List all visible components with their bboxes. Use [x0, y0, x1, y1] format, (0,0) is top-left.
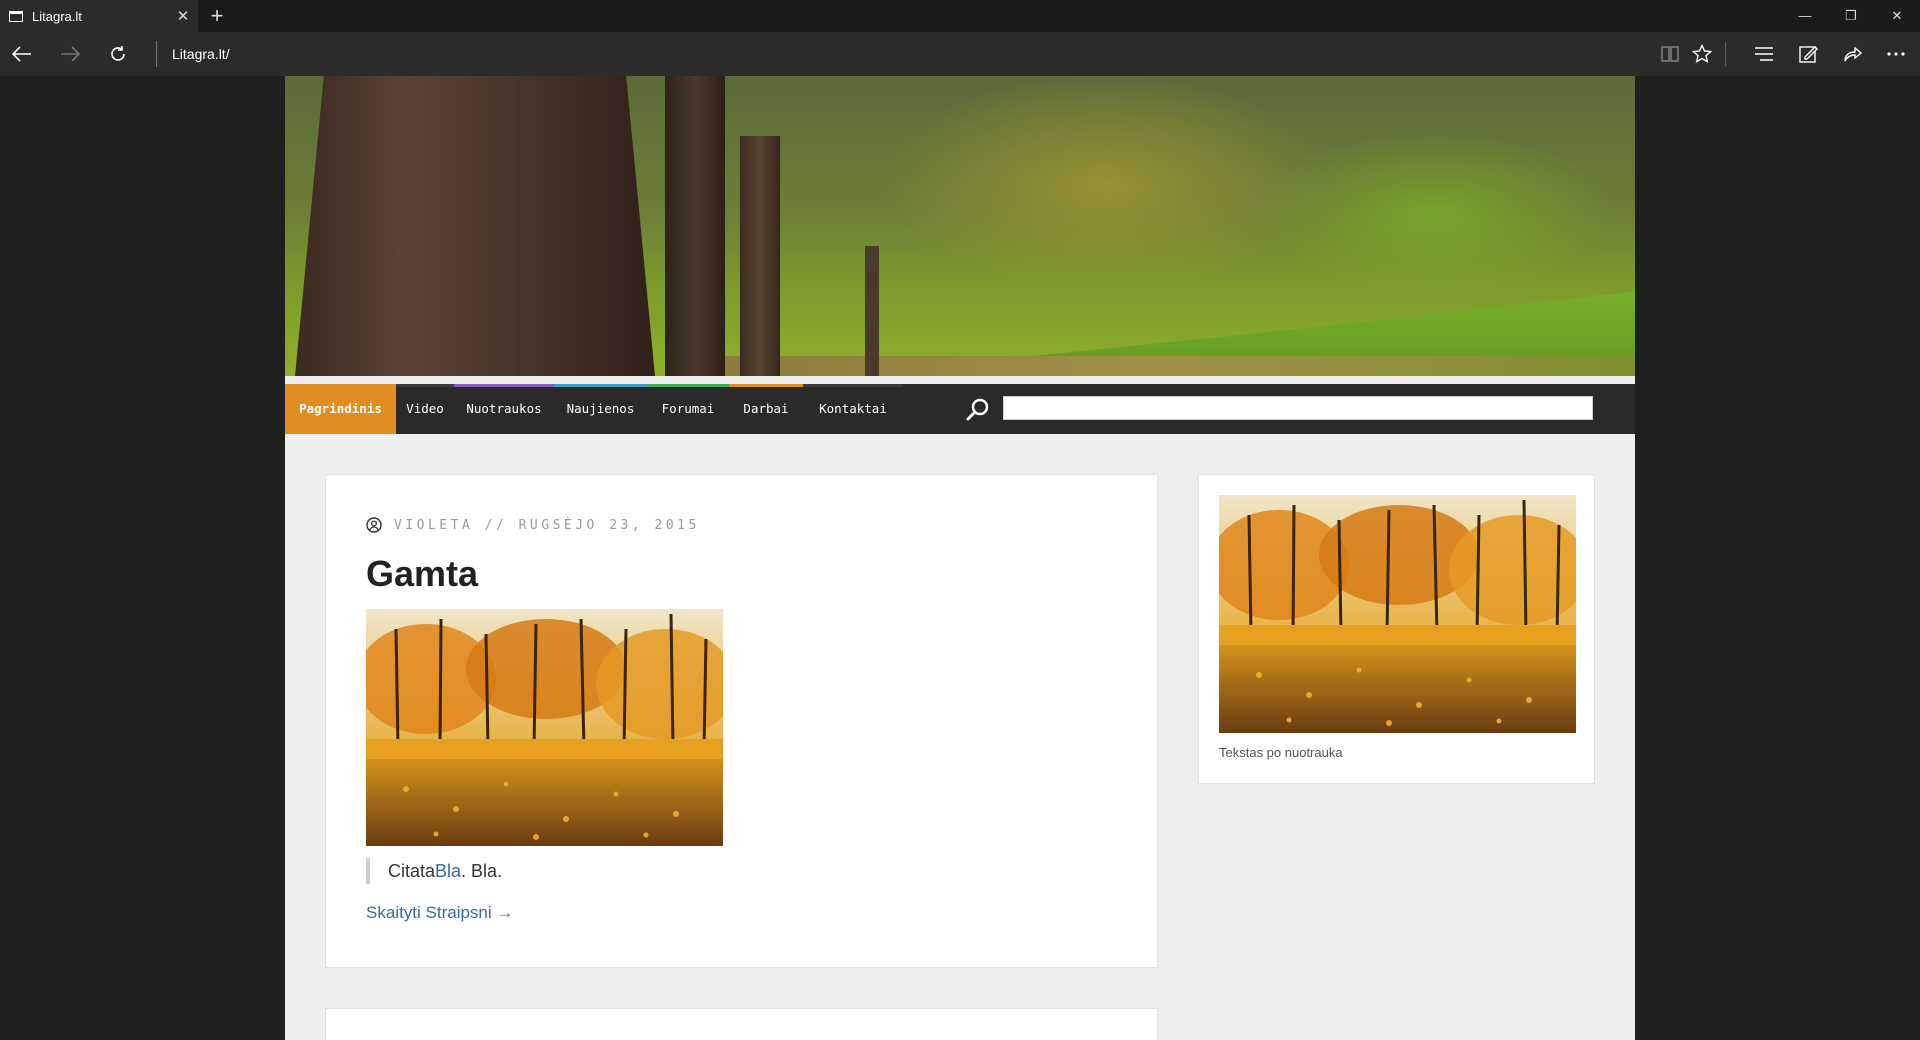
banner-tree-trunk — [865, 246, 879, 376]
nav-item-nuotraukos[interactable]: Nuotraukos — [454, 384, 554, 434]
nav-item-kontaktai[interactable]: Kontaktai — [803, 384, 903, 434]
browser-tab[interactable]: Litagra.lt ✕ — [0, 0, 198, 32]
sidebar-autumn-image[interactable] — [1219, 495, 1576, 733]
hub-icon — [1755, 47, 1773, 61]
web-note-icon — [1799, 46, 1818, 63]
new-tab-button[interactable]: + — [205, 3, 229, 29]
banner-tree-trunk — [295, 76, 655, 376]
post-meta: Violeta // Rugsėjo 23, 2015 — [366, 517, 700, 533]
favorite-button[interactable] — [1680, 32, 1724, 76]
star-icon — [1692, 44, 1712, 64]
next-post-card — [325, 1008, 1158, 1040]
post-author-date[interactable]: Violeta // Rugsėjo 23, 2015 — [394, 518, 700, 533]
website: Pagrindinis Video Nuotraukos Naujienos F… — [285, 76, 1635, 1040]
share-button[interactable] — [1830, 32, 1874, 76]
forward-arrow-icon — [61, 46, 80, 62]
nav-item-video[interactable]: Video — [396, 384, 454, 434]
more-icon — [1887, 52, 1905, 56]
post-card: Violeta // Rugsėjo 23, 2015 Gamta — [325, 474, 1158, 968]
more-button[interactable] — [1874, 32, 1918, 76]
quote-link[interactable]: Bla — [435, 861, 461, 881]
back-button[interactable] — [0, 32, 44, 76]
quote-text-suffix: . Bla. — [461, 861, 503, 881]
refresh-icon — [111, 46, 125, 61]
autumn-park-image[interactable] — [366, 609, 723, 846]
url-field[interactable]: Litagra.lt/ — [172, 46, 230, 62]
page-icon — [9, 10, 23, 22]
web-note-button[interactable] — [1786, 32, 1830, 76]
address-bar: Litagra.lt/ — [0, 32, 1920, 76]
back-arrow-icon — [12, 46, 31, 62]
restore-button[interactable]: ❐ — [1828, 0, 1874, 32]
blockquote: CitataBla. Bla. — [366, 858, 502, 884]
browser-tab-bar: Litagra.lt ✕ + — ❐ ✕ — [0, 0, 1920, 32]
image-caption: Tekstas po nuotrauka — [1219, 745, 1343, 760]
close-tab-icon[interactable]: ✕ — [168, 7, 198, 25]
quote-text: Citata — [388, 861, 436, 881]
tab-title: Litagra.lt — [32, 8, 82, 24]
banner-tree-trunk — [665, 76, 725, 376]
read-more-link[interactable]: Skaityti Straipsni → — [366, 903, 513, 923]
minimize-button[interactable]: — — [1782, 0, 1828, 32]
header-banner-image — [285, 76, 1635, 376]
forward-button[interactable] — [48, 32, 92, 76]
sidebar-image-widget: Tekstas po nuotrauka — [1198, 474, 1595, 784]
user-icon — [366, 517, 382, 533]
url-divider — [156, 41, 157, 67]
nav-item-forumai[interactable]: Forumai — [647, 384, 729, 434]
reading-view-icon — [1661, 46, 1679, 62]
search-input[interactable] — [1003, 396, 1593, 420]
banner-tree-trunk — [740, 136, 780, 376]
nav-item-darbai[interactable]: Darbai — [729, 384, 803, 434]
refresh-button[interactable] — [96, 32, 140, 76]
banner-path — [665, 356, 1635, 376]
share-icon — [1844, 46, 1862, 62]
close-window-button[interactable]: ✕ — [1874, 0, 1920, 32]
nav-item-pagrindinis[interactable]: Pagrindinis — [285, 384, 396, 434]
toolbar-divider — [1725, 42, 1726, 66]
search-icon[interactable] — [965, 397, 991, 423]
hub-button[interactable] — [1742, 32, 1786, 76]
nav-item-naujienos[interactable]: Naujienos — [554, 384, 647, 434]
main-navigation: Pagrindinis Video Nuotraukos Naujienos F… — [285, 384, 1635, 434]
post-title[interactable]: Gamta — [366, 553, 478, 595]
